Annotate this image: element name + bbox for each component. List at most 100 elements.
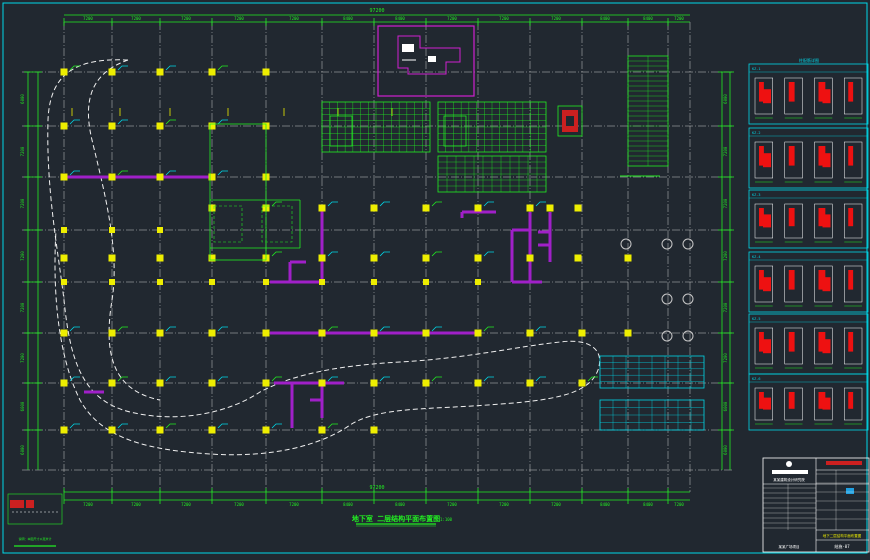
column [318, 379, 326, 387]
column [60, 173, 68, 181]
section-fill [788, 146, 795, 166]
legend-band-label: KZ-1 [752, 67, 760, 71]
bottom-span-label: 7200 [499, 502, 509, 507]
column-tag-leader [217, 376, 228, 382]
column [263, 279, 269, 285]
title-red-bar [826, 461, 862, 465]
section-fill-leg [822, 277, 831, 292]
shear-walls [66, 175, 552, 428]
column [157, 227, 163, 233]
column [60, 379, 68, 387]
column [108, 426, 116, 434]
column-tag-leader [483, 201, 494, 207]
section-fill [848, 392, 854, 409]
main-title: 地下室 二层结构平面布置图 [352, 514, 440, 523]
column [370, 254, 378, 262]
bottom-span-label: 8400 [600, 502, 610, 507]
bottom-span-label: 7200 [234, 502, 244, 507]
detail-ref-circle [661, 238, 673, 250]
column-tag-leader [69, 170, 80, 176]
section-fill-leg [822, 153, 831, 168]
column [108, 329, 116, 337]
left-span-label: 6000 [20, 445, 25, 455]
structural-plan-drawing[interactable]: 97200 97200 7200 7200 7200 7200 7200 7200 7200… [0, 0, 870, 556]
top-span-label: 7200 [289, 16, 299, 21]
column [475, 279, 481, 285]
column [578, 379, 586, 387]
column-tag-leader [69, 119, 80, 125]
red-detail-core [566, 116, 574, 126]
column [262, 329, 270, 337]
section-fill-leg [763, 89, 771, 104]
section-fill [788, 270, 795, 290]
legend-band-label: KZ-6 [752, 377, 760, 381]
lower-right-tables [599, 355, 705, 431]
section-fill-leg [763, 339, 771, 354]
column [546, 204, 554, 212]
right-span-label: 7200 [723, 251, 728, 261]
bottom-span-label: 7200 [289, 502, 299, 507]
cad-drawing-viewport[interactable]: 97200 97200 7200 7200 7200 7200 7200 7200 7200… [0, 0, 870, 556]
column-tag-leader [379, 251, 390, 257]
detail-ref-circle [682, 293, 694, 305]
column [208, 254, 216, 262]
column-tag-leader [117, 119, 128, 125]
section-fill [848, 146, 854, 166]
column [318, 329, 326, 337]
section-fill [788, 82, 795, 102]
stair-schedule-table [620, 55, 669, 177]
column [474, 254, 482, 262]
column-tag-leader [165, 170, 176, 176]
column [624, 254, 632, 262]
column [474, 379, 482, 387]
detail-ref-circle [620, 238, 632, 250]
column-tag-leader [483, 326, 494, 332]
column [318, 204, 326, 212]
column-tag-leader [271, 376, 282, 382]
column-tag-leader [117, 170, 128, 176]
column [262, 379, 270, 387]
company-name-bar [772, 470, 808, 474]
column [208, 329, 216, 337]
beam-schedule-tables [321, 101, 547, 193]
column-tag-leader [217, 423, 228, 429]
column-tag-leader [69, 376, 80, 382]
column [574, 204, 582, 212]
legend-band-label: KZ-3 [752, 193, 760, 197]
sheet-frame [2, 2, 868, 554]
bottom-span-label: 8400 [643, 502, 653, 507]
legend-band-label: KZ-5 [752, 317, 760, 321]
cyan-stamp [846, 488, 854, 494]
column [156, 122, 164, 130]
top-span-label: 8400 [600, 16, 610, 21]
column-tag-leader [431, 376, 442, 382]
column-tag-leader [165, 326, 176, 332]
title-block: 某某建筑设计研究院 地下二层结构平面布置图 结施-07 某某广场项目 [762, 457, 870, 553]
column-tag-leader [165, 65, 176, 71]
legend-band-label: KZ-2 [752, 131, 760, 135]
stair-core-hatch-box [213, 205, 243, 243]
detail-ref-circle [661, 293, 673, 305]
column [61, 279, 67, 285]
column-tag-leader [535, 201, 546, 207]
section-fill [788, 208, 795, 227]
right-span-label: 7200 [723, 353, 728, 363]
detail-ref-circle [661, 330, 673, 342]
column [208, 122, 216, 130]
column-tag-leader [379, 326, 390, 332]
bottom-span-label: 8400 [343, 502, 353, 507]
section-fill [848, 208, 854, 227]
section-fill-leg [763, 277, 771, 292]
column-tag-leader [165, 423, 176, 429]
column [157, 279, 163, 285]
column-tag-leader [327, 376, 338, 382]
section-fill-leg [763, 214, 771, 228]
column [578, 329, 586, 337]
column [208, 173, 216, 181]
column-tag-leader [271, 201, 282, 207]
legend-red-block [10, 500, 24, 508]
bottom-span-label: 8400 [395, 502, 405, 507]
left-span-label: 6000 [20, 401, 25, 411]
column [370, 329, 378, 337]
legend-band-label: KZ-4 [752, 255, 760, 259]
